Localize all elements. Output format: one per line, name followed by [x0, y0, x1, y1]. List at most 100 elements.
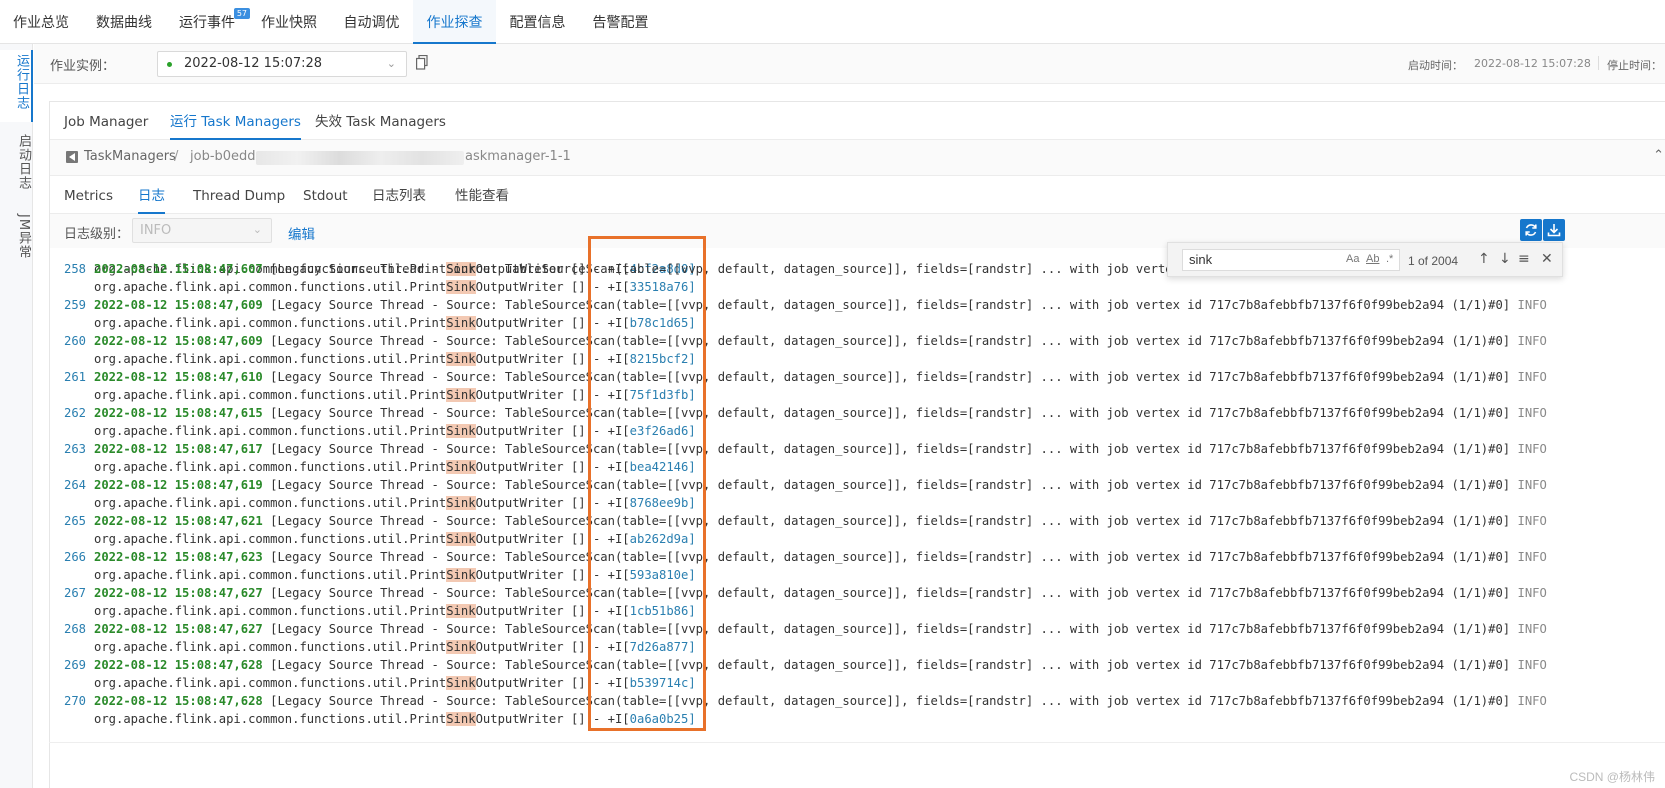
log-timestamp: 2022-08-12 15:08:47,621	[94, 514, 263, 528]
side-item-run-log[interactable]: 运行日志	[0, 50, 33, 122]
search-match: Sink	[446, 676, 476, 690]
tab-label: 作业总览	[13, 15, 69, 31]
regex-toggle[interactable]: .*	[1386, 253, 1393, 265]
log-timestamp: 2022-08-12 15:08:47,627	[94, 622, 263, 636]
side-item-label: 启动日志	[16, 134, 31, 190]
match-word-toggle[interactable]: Ab	[1366, 253, 1379, 265]
log-level: INFO	[1517, 334, 1547, 348]
tab-data-curves[interactable]: 数据曲线	[82, 0, 166, 44]
side-item-label: 运行日志	[14, 54, 29, 110]
log-level-select[interactable]: INFO ⌄	[132, 218, 272, 243]
log-level: INFO	[1517, 406, 1547, 420]
tab-thread-dump[interactable]: Thread Dump	[193, 176, 285, 214]
line-number: 261	[63, 370, 86, 384]
search-match: Sink	[446, 388, 476, 402]
download-icon	[1547, 224, 1561, 237]
tab-config-info[interactable]: 配置信息	[496, 0, 579, 44]
tab-alert-config[interactable]: 告警配置	[579, 0, 662, 44]
log-timestamp: 2022-08-12 15:08:47,619	[94, 478, 263, 492]
running-status-dot	[167, 62, 172, 67]
start-time-value: 2022-08-12 15:07:28	[1474, 57, 1591, 70]
writer-prefix: org.apache.flink.api.common.functions.ut…	[94, 424, 447, 438]
writer-prefix: org.apache.flink.api.common.functions.ut…	[94, 352, 447, 366]
find-in-selection-icon[interactable]: ≡	[1518, 251, 1530, 267]
log-panel: Job Manager 运行 Task Managers 失效 Task Man…	[49, 101, 1665, 788]
log-timestamp: 2022-08-12 15:08:47,627	[94, 586, 263, 600]
tab-job-explore[interactable]: 作业探查	[413, 0, 496, 44]
tab-perf-view[interactable]: 性能查看	[455, 176, 509, 214]
log-timestamp: 2022-08-12 15:08:47,615	[94, 406, 263, 420]
log-level-label: 日志级别：	[64, 227, 130, 242]
tab-label: 性能查看	[455, 188, 509, 204]
download-button[interactable]	[1543, 219, 1565, 241]
log-timestamp: 2022-08-12 15:08:47,609	[94, 334, 263, 348]
highlight-annotation	[588, 236, 706, 731]
chevron-down-icon: ⌄	[386, 57, 396, 70]
copy-icon[interactable]	[416, 55, 428, 70]
tab-label: Metrics	[64, 188, 114, 204]
chevron-up-icon[interactable]: ⌃	[1653, 148, 1664, 163]
tab-running-task-managers[interactable]: 运行 Task Managers	[170, 102, 301, 140]
tab-label: 告警配置	[592, 15, 649, 31]
tab-log[interactable]: 日志	[138, 176, 165, 214]
tab-job-snapshot[interactable]: 作业快照	[248, 0, 330, 44]
log-source: [Legacy Source Thread - Source: TableSou…	[262, 298, 1518, 312]
search-match: Sink	[446, 712, 476, 726]
log-level: INFO	[1517, 514, 1547, 528]
tab-job-manager[interactable]: Job Manager	[64, 102, 148, 140]
log-source: [Legacy Source Thread - Source: TableSou…	[262, 514, 1518, 528]
divider	[1598, 56, 1599, 70]
arrow-down-icon[interactable]: ↓	[1499, 251, 1511, 267]
log-source: [Legacy Source Thread - Source: TableSou…	[262, 442, 1518, 456]
log-source: [Legacy Source Thread - Source: TableSou…	[262, 478, 1518, 492]
search-match: Sink	[446, 316, 476, 330]
writer-prefix: org.apache.flink.api.common.functions.ut…	[94, 316, 447, 330]
tab-label: 运行 Task Managers	[170, 114, 301, 130]
tab-stdout[interactable]: Stdout	[303, 176, 348, 214]
close-icon[interactable]: ✕	[1541, 251, 1553, 267]
tab-label: 自动调优	[343, 15, 400, 31]
tab-label: 运行事件	[179, 15, 235, 31]
log-source: [Legacy Source Thread - Source: TableSou…	[262, 550, 1518, 564]
search-match: Sink	[446, 460, 476, 474]
log-source: [Legacy Source Thread - Source: TableSou…	[262, 406, 1518, 420]
tab-run-events[interactable]: 运行事件 57	[166, 0, 250, 44]
tab-metrics[interactable]: Metrics	[64, 176, 113, 214]
side-item-start-log[interactable]: 启动日志	[0, 130, 33, 202]
line-number: 269	[63, 658, 86, 672]
log-level: INFO	[1517, 694, 1547, 708]
side-item-jm-exception[interactable]: JM异常	[0, 210, 33, 270]
line-number: 266	[63, 550, 86, 564]
log-timestamp: 2022-08-12 15:08:47,628	[94, 658, 263, 672]
match-case-toggle[interactable]: Aa	[1346, 253, 1359, 265]
refresh-button[interactable]	[1520, 219, 1542, 241]
search-match: Sink	[446, 568, 476, 582]
stop-time-label: 停止时间：	[1607, 59, 1662, 72]
find-widget: sink Aa Ab .* 1 of 2004 ↑ ↓ ≡ ✕	[1167, 242, 1563, 277]
tab-log-list[interactable]: 日志列表	[372, 176, 426, 214]
log-source: [Legacy Source Thread - Source: TableSou…	[262, 586, 1518, 600]
search-match: Sink	[446, 532, 476, 546]
start-time-label: 启动时间：	[1408, 59, 1463, 72]
log-level: INFO	[1517, 298, 1547, 312]
log-timestamp: 2022-08-12 15:08:47,623	[94, 550, 263, 564]
tab-job-overview[interactable]: 作业总览	[0, 0, 82, 44]
line-number: 264	[63, 478, 86, 492]
log-level: INFO	[1517, 478, 1547, 492]
search-match: Sink	[446, 424, 476, 438]
side-item-label: JM异常	[16, 214, 31, 260]
tab-failed-task-managers[interactable]: 失效 Task Managers	[315, 102, 446, 140]
log-viewer[interactable]: org.apache.flink.api.common.functions.ut…	[50, 248, 1665, 788]
log-level: INFO	[1517, 586, 1547, 600]
tab-label: 失效 Task Managers	[315, 114, 446, 130]
breadcrumb-root[interactable]: TaskManagers	[84, 149, 176, 164]
edit-link[interactable]: 编辑	[288, 223, 315, 243]
log-timestamp: 2022-08-12 15:08:47,607	[94, 262, 263, 276]
search-match: Sink	[446, 640, 476, 654]
line-number: 259	[63, 298, 86, 312]
writer-prefix: org.apache.flink.api.common.functions.ut…	[94, 388, 447, 402]
instance-select[interactable]: 2022-08-12 15:07:28 ⌄	[157, 51, 407, 77]
search-match: Sink	[446, 280, 476, 294]
arrow-up-icon[interactable]: ↑	[1478, 251, 1490, 267]
tab-auto-tuning[interactable]: 自动调优	[330, 0, 413, 44]
